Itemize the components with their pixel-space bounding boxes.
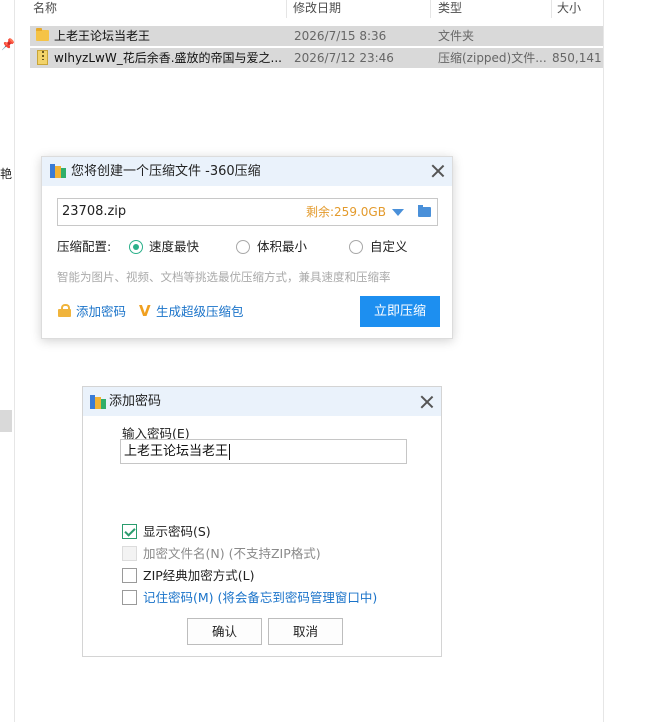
zip-classic-encryption-label[interactable]: ZIP经典加密方式(L): [143, 568, 255, 584]
compress-now-button[interactable]: 立即压缩: [360, 296, 440, 327]
radio-fastest-label[interactable]: 速度最快: [149, 239, 199, 255]
file-type: 压缩(zipped)文件...: [438, 51, 546, 65]
remember-password-label[interactable]: 记住密码(M) (将会备忘到密码管理窗口中): [143, 590, 377, 606]
file-date: 2026/7/15 8:36: [294, 29, 387, 43]
encrypt-filenames-label: 加密文件名(N) (不支持ZIP格式): [143, 546, 321, 561]
sidebar-item-label[interactable]: 艳: [0, 165, 12, 182]
360-compress-app-icon: [50, 164, 66, 178]
show-password-label[interactable]: 显示密码(S): [143, 524, 211, 540]
archive-path-input[interactable]: 23708.zip 剩余:259.0GB: [57, 198, 438, 226]
archive-path-value: 23708.zip: [62, 204, 127, 219]
radio-custom[interactable]: [349, 240, 363, 254]
dropdown-arrow-icon[interactable]: [392, 209, 404, 216]
file-date: 2026/7/12 23:46: [294, 51, 394, 65]
password-dialog-titlebar[interactable]: 添加密码: [83, 387, 441, 416]
file-type: 文件夹: [438, 29, 475, 43]
navigation-pane: [0, 0, 14, 722]
file-name: 上老王论坛当老王: [54, 29, 151, 43]
file-name: wIhyzLwW_花后余香.盛放的帝国与爱之...: [54, 51, 282, 65]
column-header-name[interactable]: 名称: [33, 0, 57, 16]
password-input[interactable]: 上老王论坛当老王: [120, 439, 407, 464]
free-space-label: 剩余:259.0GB: [306, 205, 386, 219]
file-size: 850,141: [552, 51, 602, 65]
compress-config-label: 压缩配置:: [57, 239, 112, 254]
compress-dialog-title: 您将创建一个压缩文件 -360压缩: [71, 164, 261, 179]
password-dialog-title: 添加密码: [109, 394, 162, 409]
compress-hint-text: 智能为图片、视频、文档等挑选最优压缩方式，兼具速度和压缩率: [57, 270, 391, 284]
column-header-size[interactable]: 大小: [557, 0, 581, 16]
radio-smallest[interactable]: [236, 240, 250, 254]
pin-icon[interactable]: 📌: [1, 38, 15, 51]
encrypt-filenames-checkbox: [122, 546, 137, 561]
cancel-button[interactable]: 取消: [268, 618, 343, 645]
close-icon[interactable]: [431, 164, 445, 178]
compress-dialog: 您将创建一个压缩文件 -360压缩 23708.zip 剩余:259.0GB 压…: [41, 156, 453, 339]
column-divider[interactable]: [430, 0, 431, 18]
password-dialog: 添加密码 输入密码(E) 上老王论坛当老王 显示密码(S) 加密文件名(N) (…: [82, 386, 442, 657]
column-header: 名称 修改日期 类型 大小: [28, 0, 603, 20]
remember-password-checkbox[interactable]: [122, 590, 137, 605]
close-icon[interactable]: [420, 395, 434, 409]
list-right-border: [603, 0, 604, 722]
column-divider[interactable]: [286, 0, 287, 18]
ok-button[interactable]: 确认: [187, 618, 262, 645]
file-row-zip[interactable]: wIhyzLwW_花后余香.盛放的帝国与爱之... 2026/7/12 23:4…: [30, 48, 603, 68]
password-value: 上老王论坛当老王: [124, 444, 229, 459]
column-header-type[interactable]: 类型: [438, 0, 462, 16]
folder-icon: [36, 28, 49, 41]
lock-icon: [58, 304, 71, 317]
zip-classic-encryption-checkbox[interactable]: [122, 568, 137, 583]
show-password-checkbox[interactable]: [122, 524, 137, 539]
zip-file-icon: [37, 50, 48, 65]
360-compress-app-icon: [90, 395, 106, 409]
pane-divider: [14, 0, 15, 722]
super-package-link[interactable]: 生成超级压缩包: [156, 304, 244, 320]
column-divider[interactable]: [551, 0, 552, 18]
add-password-link[interactable]: 添加密码: [76, 304, 126, 320]
radio-fastest[interactable]: [129, 240, 143, 254]
radio-smallest-label[interactable]: 体积最小: [257, 239, 307, 255]
vip-v-icon: V: [139, 302, 151, 320]
column-header-date[interactable]: 修改日期: [293, 0, 341, 16]
compress-dialog-titlebar[interactable]: 您将创建一个压缩文件 -360压缩: [42, 157, 452, 186]
browse-folder-icon[interactable]: [418, 205, 431, 217]
sidebar-selected-item[interactable]: [0, 410, 12, 432]
file-row-folder[interactable]: 上老王论坛当老王 2026/7/15 8:36 文件夹: [30, 26, 603, 46]
text-caret: [229, 444, 230, 460]
radio-custom-label[interactable]: 自定义: [370, 239, 408, 255]
